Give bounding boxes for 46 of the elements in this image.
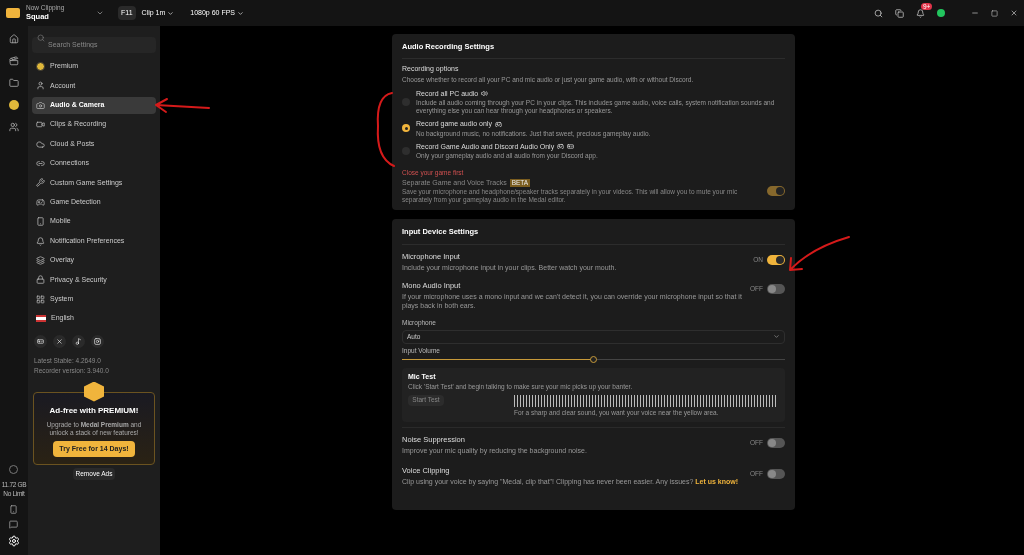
grid-icon [36,294,45,304]
video-icon [36,120,45,130]
caret-icon [167,9,175,17]
music-note-icon[interactable] [72,335,85,349]
phone-icon[interactable] [9,505,19,514]
caret-icon [773,333,780,341]
camera-icon [36,100,45,110]
flag-icon [36,315,46,323]
close-icon[interactable] [1010,9,1018,17]
notification-icon[interactable] [916,8,925,18]
clapperboard-icon[interactable] [9,56,19,66]
toggle-switch[interactable] [767,254,785,265]
radio-button[interactable] [402,124,410,133]
gamepad-icon [557,143,565,151]
x-icon[interactable] [53,335,66,349]
caret-icon[interactable] [96,9,104,17]
hexagon-logo-icon [84,381,104,402]
toggle-switch[interactable] [767,283,785,294]
phone-icon [36,217,45,227]
speaker-icon [481,90,489,98]
toggle-switch[interactable] [767,437,785,448]
maximize-icon[interactable] [991,9,998,17]
search-icon[interactable] [874,8,883,18]
folder-icon[interactable] [9,78,19,88]
toggle-switch[interactable] [767,468,785,479]
link-icon [36,158,45,168]
user-icon [36,81,45,91]
arrow-annotation [786,234,852,274]
caret-icon [237,9,245,17]
settings-icon[interactable] [8,535,20,547]
wrench-icon [36,178,45,188]
layers-icon [36,255,45,265]
home-icon[interactable] [9,34,19,44]
gamepad-icon [36,197,45,207]
users-icon[interactable] [9,122,19,132]
promo-title: Ad-free with PREMIUM! [49,404,139,417]
volume-slider[interactable] [402,355,785,364]
lock-icon [36,275,45,285]
gamepad-icon [494,120,502,128]
chat-icon[interactable] [9,520,19,529]
cloud-icon [36,139,45,149]
arrow-annotation [152,96,212,116]
toggle-switch[interactable] [767,186,785,197]
instagram-icon[interactable] [91,335,104,349]
bell-icon [36,236,45,246]
windows-icon[interactable] [895,8,904,18]
